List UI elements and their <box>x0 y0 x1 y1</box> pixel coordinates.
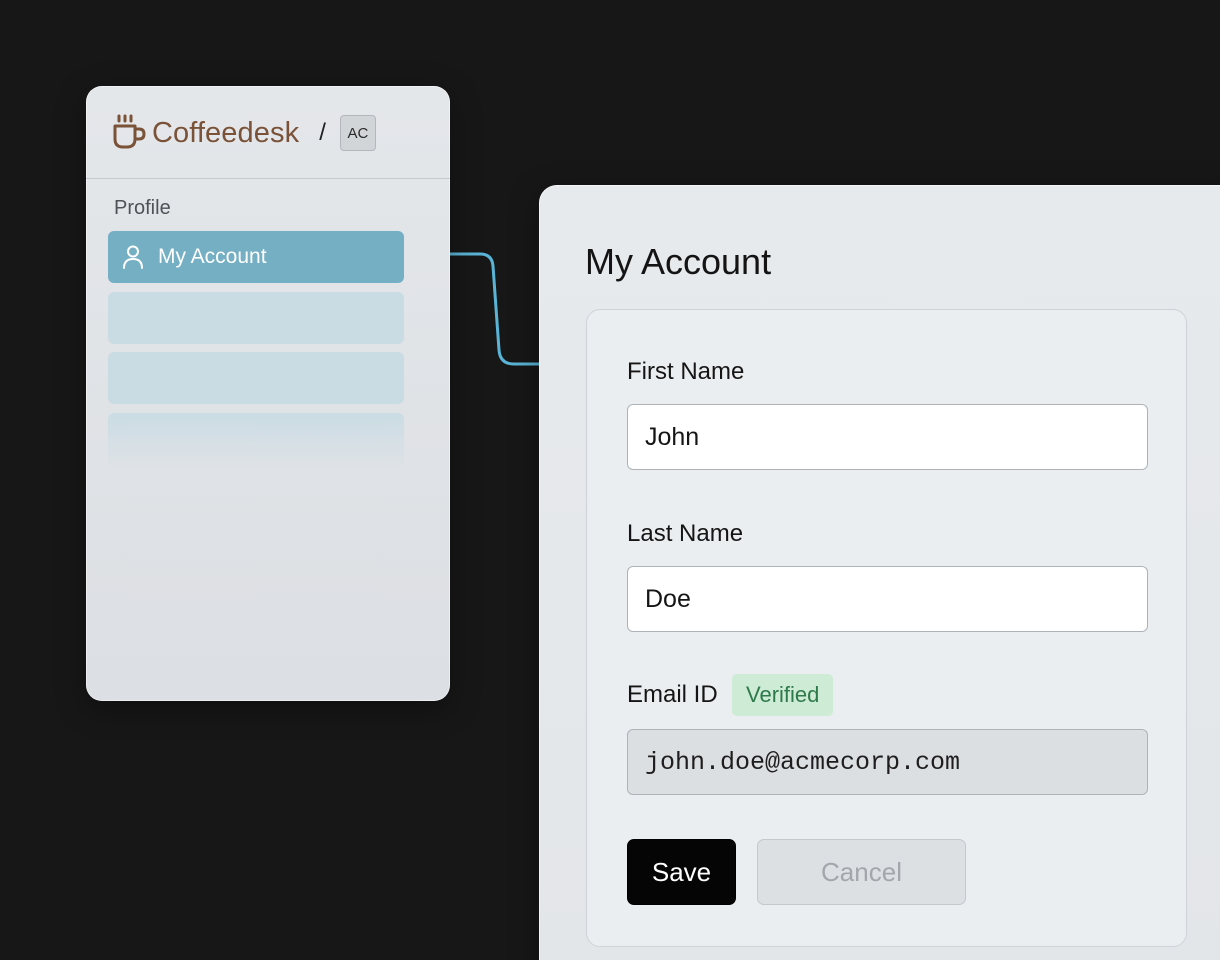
coffee-cup-icon <box>112 113 148 153</box>
app-canvas: Coffeedesk / AC Profile My Account My Ac… <box>0 0 1220 960</box>
brand-header: Coffeedesk / AC <box>112 110 376 156</box>
sidebar-item-placeholder <box>108 292 404 344</box>
divider <box>86 178 450 179</box>
main-panel: My Account First Name Last Name Email ID… <box>539 185 1220 960</box>
breadcrumb-separator: / <box>319 119 326 146</box>
cancel-button[interactable]: Cancel <box>757 839 966 905</box>
brand-name: Coffeedesk <box>152 116 300 149</box>
sidebar-item-my-account[interactable]: My Account <box>108 231 404 283</box>
page-title: My Account <box>585 241 772 282</box>
sidebar-item-placeholder <box>108 352 404 404</box>
sidebar: Coffeedesk / AC Profile My Account <box>86 86 450 701</box>
sidebar-item-placeholder <box>108 413 404 469</box>
email-label: Email ID <box>627 681 718 708</box>
account-form: First Name Last Name Email ID Verified S… <box>586 309 1187 947</box>
user-icon <box>122 244 144 270</box>
email-field[interactable] <box>627 729 1148 795</box>
org-switcher[interactable]: AC <box>339 115 376 151</box>
verified-badge: Verified <box>732 674 834 716</box>
last-name-field[interactable] <box>627 566 1148 632</box>
first-name-label: First Name <box>627 358 745 385</box>
first-name-field[interactable] <box>627 404 1148 470</box>
sidebar-item-label: My Account <box>158 245 267 268</box>
sidebar-section-label: Profile <box>114 197 171 219</box>
last-name-label: Last Name <box>627 520 744 547</box>
save-button[interactable]: Save <box>627 839 736 905</box>
